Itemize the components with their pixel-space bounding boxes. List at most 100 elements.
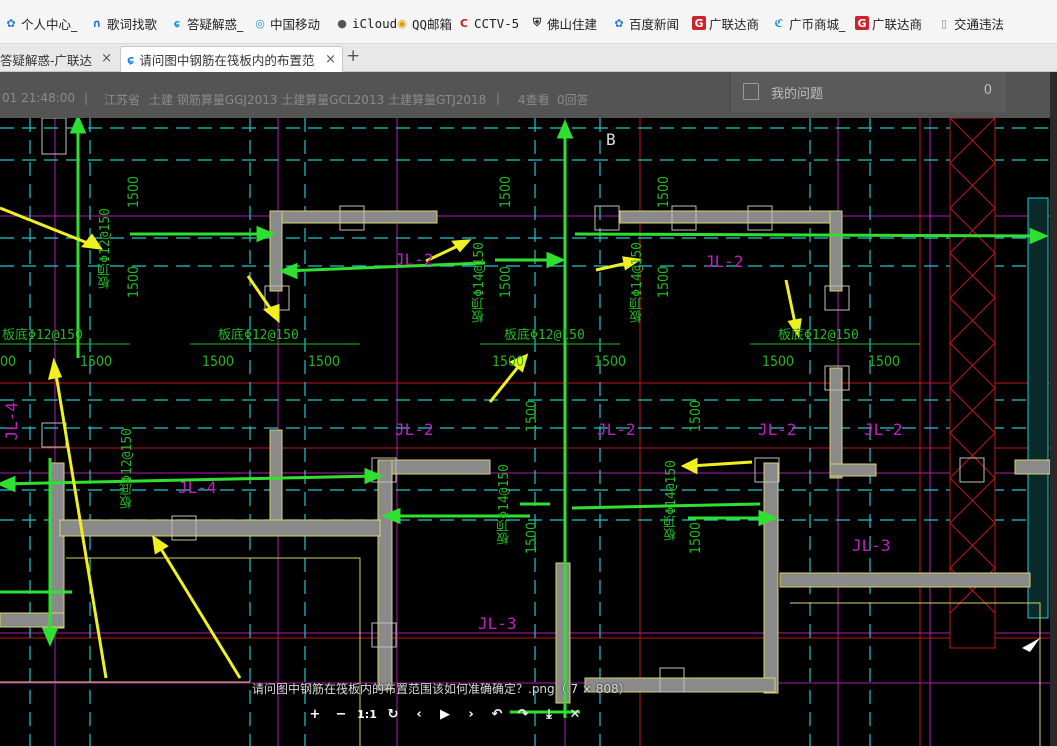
rebar-label: 板底Φ12@150	[2, 328, 83, 343]
bookmark-item[interactable]: G 广联达商	[855, 14, 922, 32]
bookmark-item[interactable]: ℭ 广币商城_	[772, 14, 845, 32]
tab-answers[interactable]: 答疑解惑-广联达 ×	[0, 46, 118, 72]
dimension-label: 1500	[498, 266, 514, 299]
separator: |	[496, 91, 501, 105]
undo-icon[interactable]: ↶	[487, 704, 507, 724]
bookmark-item[interactable]: G 广联达商	[692, 14, 759, 32]
rebar-label: 板底Φ12@150	[120, 428, 135, 509]
bookmark-item[interactable]: ɕ 答疑解惑_	[170, 14, 244, 32]
redo-icon[interactable]: ↷	[513, 704, 533, 724]
cctv-icon: C	[459, 16, 469, 30]
beam-label: JL-2	[395, 250, 434, 269]
dimension-label: 1500	[868, 354, 901, 370]
new-tab-button[interactable]: +	[346, 46, 360, 66]
bookmark-label: 广联达商	[709, 16, 760, 32]
bookmark-label: 歌词找歌	[107, 16, 158, 32]
bookmark-label: iCloud	[352, 15, 398, 31]
beam-label: JL-2	[395, 420, 434, 439]
bookmark-label: CCTV-5	[474, 15, 520, 31]
bookmark-label: 广币商城_	[789, 16, 846, 32]
rebar-label: 板底Φ12@150	[778, 328, 859, 343]
rebar-label: 板顶Φ14@150	[497, 464, 512, 545]
image-viewer-toolbar: + −1:1 ↻ ‹ ▶ › ↶ ↷ ⤓ ✕	[305, 703, 585, 725]
rebar-label: 板底Φ12@150	[218, 328, 299, 343]
cad-drawing-image: B JL-2 JL-2 JL-2 JL-2 JL-2 JL-2 JL-4 JL-…	[0, 118, 1050, 746]
china-mobile-icon: ◎	[255, 16, 265, 30]
dimension-label: 1500	[498, 176, 514, 209]
answer-count: 0回答	[557, 93, 589, 107]
qq-mail-icon: ◉	[397, 16, 407, 30]
rebar-label: 板顶Φ12@150	[98, 208, 113, 289]
cursor-mark	[1022, 638, 1040, 652]
zoom-in-icon[interactable]: +	[305, 704, 325, 724]
bookmark-label: QQ邮箱	[412, 16, 453, 32]
dimension-label: 1500	[126, 176, 142, 209]
close-tab-icon[interactable]: ×	[325, 52, 336, 67]
beam-label: JL-3	[478, 614, 517, 633]
glodon-icon: ɕ	[173, 16, 181, 30]
scrollbar[interactable]	[1050, 72, 1057, 746]
bookmark-label: 交通违法	[954, 16, 1005, 32]
question-icon	[743, 83, 759, 100]
glodon-g-icon: G	[692, 16, 706, 30]
tab-question[interactable]: ɕ 请问图中钢筋在筏板内的布置范 ×	[120, 46, 343, 72]
grid-axis-label: B	[606, 130, 616, 149]
bookmark-item[interactable]: ▯ 交通违法	[937, 14, 1004, 32]
close-viewer-icon[interactable]: ✕	[565, 704, 585, 724]
close-tab-icon[interactable]: ×	[101, 51, 112, 66]
bookmark-label: 中国移动	[270, 16, 321, 32]
beam-label: JL-4	[178, 478, 217, 497]
dimension-label: 1500	[688, 400, 704, 433]
paw-icon: ✿	[6, 16, 16, 30]
document-icon: ▯	[940, 16, 948, 30]
tab-title: 答疑解惑-广联达	[0, 52, 93, 68]
beam-label: JL-2	[705, 252, 744, 271]
rebar-range-arrows	[0, 118, 1049, 718]
bookmark-item[interactable]: C CCTV-5	[457, 14, 519, 32]
dimension-label: 1500	[688, 522, 704, 555]
my-questions-label: 我的问题	[771, 87, 824, 102]
tab-title: 请问图中钢筋在筏板内的布置范	[139, 53, 315, 68]
actual-size-icon[interactable]: 1:1	[357, 704, 377, 724]
bookmark-item[interactable]: ◎ 中国移动	[253, 14, 320, 32]
rotate-icon[interactable]: ↻	[383, 704, 403, 724]
bookmark-item[interactable]: ⛨ 佛山住建	[530, 14, 597, 32]
dimension-label: 1500	[656, 266, 672, 299]
bookmarks-bar: ✿ 个人中心_ ∩ 歌词找歌 ɕ 答疑解惑_ ◎ 中国移动 ● iCloud ◉ QQ邮箱 C CCTV-…	[0, 0, 1057, 44]
my-questions-panel[interactable]: 我的问题 0	[730, 72, 1006, 112]
dimension-label: 1500	[656, 176, 672, 209]
apple-icon: ●	[337, 16, 347, 30]
glodon-g-icon: G	[855, 16, 869, 30]
dimension-label: 1500	[202, 354, 235, 370]
bookmark-item[interactable]: ● iCloud	[335, 14, 397, 32]
bookmark-item[interactable]: ◉ QQ邮箱	[395, 14, 452, 32]
dimension-label: 1500	[308, 354, 341, 370]
bookmark-item[interactable]: ∩ 歌词找歌	[90, 14, 157, 32]
dimension-label: 1500	[762, 354, 795, 370]
prev-icon[interactable]: ‹	[409, 704, 429, 724]
bookmark-label: 佛山住建	[547, 16, 598, 32]
rebar-label: 板顶Φ14@150	[664, 460, 679, 541]
rebar-label: 板顶Φ14@150	[472, 242, 487, 323]
dimension-label: 1500	[524, 400, 540, 433]
beam-outlines	[0, 210, 1050, 704]
image-caption: 请问图中钢筋在筏板内的布置范围该如何准确确定？.png（ 7 × 808）	[252, 682, 631, 696]
rebar-label: 板顶Φ14@150	[630, 242, 645, 323]
beam-label: JL-4	[2, 402, 21, 441]
bookmark-label: 广联达商	[872, 16, 923, 32]
bookmark-label: 个人中心_	[21, 16, 78, 32]
shield-icon: ⛨	[532, 16, 542, 29]
baidu-icon: ✿	[614, 16, 624, 30]
headphones-icon: ∩	[92, 16, 102, 30]
bookmark-item[interactable]: ✿ 百度新闻	[612, 14, 679, 32]
dimension-label: 1500	[594, 354, 627, 370]
download-icon[interactable]: ⤓	[539, 704, 559, 724]
view-count: 4查看	[518, 93, 550, 107]
next-icon[interactable]: ›	[461, 704, 481, 724]
bookmark-item[interactable]: ✿ 个人中心_	[4, 14, 77, 32]
play-icon[interactable]: ▶	[435, 704, 455, 724]
guangbi-icon: ℭ	[774, 16, 784, 30]
zoom-out-icon[interactable]: −	[331, 704, 351, 724]
bookmark-label: 答疑解惑_	[187, 16, 244, 32]
glodon-icon: ɕ	[127, 52, 135, 67]
